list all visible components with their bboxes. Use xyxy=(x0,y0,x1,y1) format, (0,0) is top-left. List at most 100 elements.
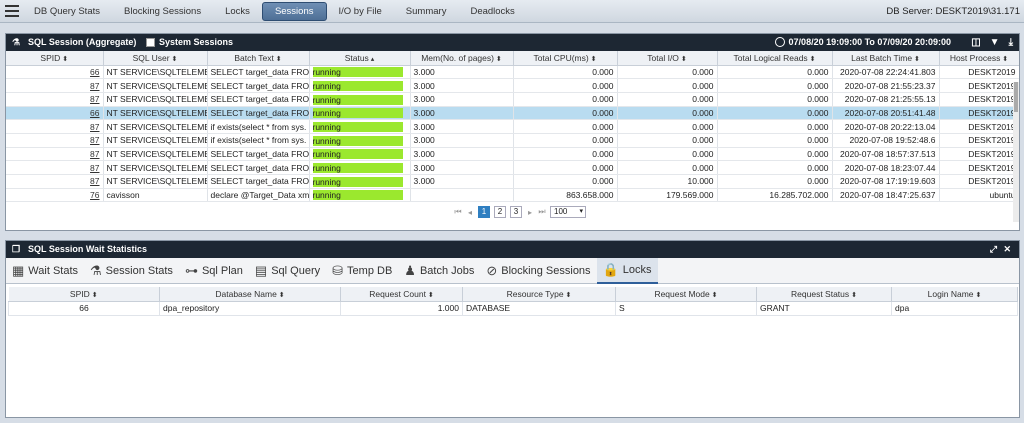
column-header-spid[interactable]: SPID ⬍ xyxy=(8,287,160,302)
page-3[interactable]: 3 xyxy=(510,206,522,218)
database-icon: ⛁ xyxy=(332,263,344,278)
cell-io: 0.000 xyxy=(617,119,718,134)
page-size-select[interactable]: 100 ▾ xyxy=(550,206,586,218)
close-icon[interactable]: ✕ xyxy=(1003,241,1011,258)
tab-blocking-sessions[interactable]: Blocking Sessions xyxy=(112,2,213,21)
wait-stats-panel: ❐ SQL Session Wait Statistics ⤢ ✕ ▦ Wait … xyxy=(5,240,1020,418)
cell-host: DESKT2019 xyxy=(939,65,1019,80)
tab-locks[interactable]: Locks xyxy=(213,2,262,21)
cell-spid[interactable]: 87 xyxy=(6,78,104,93)
vertical-scrollbar[interactable] xyxy=(1013,82,1019,222)
cell-mem: 3.000 xyxy=(410,174,514,189)
column-label: SPID xyxy=(69,288,90,299)
subtab-wait-stats[interactable]: ▦ Wait Stats xyxy=(6,258,84,284)
cell-spid[interactable]: 76 xyxy=(6,188,104,203)
clock-icon[interactable] xyxy=(775,37,785,47)
cell-host: DESKT2019 xyxy=(939,133,1019,148)
status-badge: running xyxy=(312,121,403,132)
prev-page-icon[interactable]: ◂ xyxy=(466,208,474,217)
page-1[interactable]: 1 xyxy=(478,206,490,218)
cell-spid[interactable]: 66 xyxy=(6,65,104,80)
column-header-resource-type[interactable]: Resource Type ⬍ xyxy=(462,287,616,302)
cell-host: DESKT2019 xyxy=(939,174,1019,189)
cell-status: running xyxy=(309,174,411,189)
column-header-batch-text[interactable]: Batch Text ⬍ xyxy=(207,51,310,66)
status-badge: running xyxy=(312,149,403,160)
cell-cpu: 0.000 xyxy=(513,78,618,93)
tab-deadlocks[interactable]: Deadlocks xyxy=(458,2,526,21)
column-header-total-i-o[interactable]: Total I/O ⬍ xyxy=(617,51,718,66)
subtab-session-stats[interactable]: ⚗ Session Stats xyxy=(84,258,179,284)
column-header-request-mode[interactable]: Request Mode ⬍ xyxy=(615,287,757,302)
cell-user: cavisson xyxy=(103,188,208,203)
cell-cpu: 0.000 xyxy=(513,174,618,189)
subtab-temp-db[interactable]: ⛁ Temp DB xyxy=(326,258,398,284)
column-header-total-cpu-ms-[interactable]: Total CPU(ms) ⬍ xyxy=(513,51,618,66)
sort-icon: ⬍ xyxy=(273,55,282,63)
table-row[interactable]: 87NT SERVICE\SQLTELEMETRSELECT target_da… xyxy=(6,160,1019,175)
download-icon[interactable]: ⤓ xyxy=(1009,36,1013,49)
sort-icon: ⬍ xyxy=(169,55,178,63)
table-row[interactable]: 87NT SERVICE\SQLTELEMETRSELECT target_da… xyxy=(6,174,1019,189)
first-page-icon[interactable]: ⏮ xyxy=(454,207,462,217)
hamburger-menu-icon[interactable] xyxy=(5,5,19,17)
column-header-status[interactable]: Status ▴ xyxy=(309,51,411,66)
cell-host: DESKT2019 xyxy=(939,160,1019,175)
table-row[interactable]: 66NT SERVICE\SQLTELEMETRSELECT target_da… xyxy=(6,106,1019,121)
column-label: Database Name xyxy=(215,288,277,299)
table-row[interactable]: 87NT SERVICE\SQLTELEMETRSELECT target_da… xyxy=(6,92,1019,107)
subtab-locks[interactable]: 🔒 Locks xyxy=(596,258,658,284)
cell-host: DESKT2019 xyxy=(939,147,1019,162)
system-sessions-checkbox[interactable] xyxy=(146,38,155,47)
column-header-mem-no-of-pages-[interactable]: Mem(No. of pages) ⬍ xyxy=(410,51,514,66)
cell-spid[interactable]: 87 xyxy=(6,119,104,134)
table-row[interactable]: 66 dpa_repository 1.000 DATABASE S GRANT dpa xyxy=(8,300,1018,316)
table-row[interactable]: 76 cavisson declare @Target_Data xml runnin… xyxy=(6,188,1019,203)
cell-batch: if exists(select * from sys. xyxy=(207,119,310,134)
time-range[interactable]: 07/08/20 19:09:00 To 07/09/20 20:09:00 xyxy=(789,34,951,51)
column-header-database-name[interactable]: Database Name ⬍ xyxy=(159,287,341,302)
subtab-blocking-sessions[interactable]: ⊘ Blocking Sessions xyxy=(480,258,596,284)
table-row[interactable]: 87NT SERVICE\SQLTELEMETRif exists(select… xyxy=(6,133,1019,148)
db-server-label: DB Server: DESKT2019\31.171 xyxy=(886,6,1020,17)
table-row[interactable]: 87NT SERVICE\SQLTELEMETRSELECT target_da… xyxy=(6,147,1019,162)
cell-spid[interactable]: 87 xyxy=(6,133,104,148)
subtab-label: Locks xyxy=(622,264,652,276)
column-header-request-status[interactable]: Request Status ⬍ xyxy=(756,287,892,302)
subtab-batch-jobs[interactable]: ♟ Batch Jobs xyxy=(398,258,480,284)
column-header-login-name[interactable]: Login Name ⬍ xyxy=(891,287,1018,302)
column-header-total-logical-reads[interactable]: Total Logical Reads ⬍ xyxy=(717,51,833,66)
scroll-thumb[interactable] xyxy=(1014,82,1018,112)
cell-io: 0.000 xyxy=(617,133,718,148)
tab-summary[interactable]: Summary xyxy=(394,2,459,21)
cell-spid[interactable]: 87 xyxy=(6,174,104,189)
cell-io: 0.000 xyxy=(617,147,718,162)
cell-spid[interactable]: 66 xyxy=(6,106,104,121)
next-page-icon[interactable]: ▸ xyxy=(526,208,534,217)
table-row[interactable]: 87NT SERVICE\SQLTELEMETRif exists(select… xyxy=(6,119,1019,134)
column-header-sql-user[interactable]: SQL User ⬍ xyxy=(103,51,208,66)
status-badge: running xyxy=(312,163,403,174)
column-label: Total Logical Reads xyxy=(733,52,808,63)
hierarchy-icon: ⊶ xyxy=(184,263,198,278)
subtab-sql-query[interactable]: ▤ Sql Query xyxy=(249,258,326,284)
tab-sessions[interactable]: Sessions xyxy=(261,2,327,21)
cell-spid[interactable]: 87 xyxy=(6,147,104,162)
tab-io-by-file[interactable]: I/O by File xyxy=(327,2,394,21)
column-header-host-process[interactable]: Host Process ⬍ xyxy=(939,51,1019,66)
cell-spid[interactable]: 87 xyxy=(6,92,104,107)
table-row[interactable]: 66NT SERVICE\SQLTELEMETRSELECT target_da… xyxy=(6,65,1019,80)
table-row[interactable]: 87NT SERVICE\SQLTELEMETRSELECT target_da… xyxy=(6,78,1019,93)
subtab-sql-plan[interactable]: ⊶ Sql Plan xyxy=(179,258,249,284)
expand-icon[interactable]: ⤢ xyxy=(990,241,997,258)
column-header-last-batch-time[interactable]: Last Batch Time ⬍ xyxy=(832,51,940,66)
cell-status: running xyxy=(309,147,411,162)
filter-icon[interactable]: ▼ xyxy=(990,36,1000,49)
cell-spid[interactable]: 87 xyxy=(6,160,104,175)
tab-db-query-stats[interactable]: DB Query Stats xyxy=(22,2,112,21)
column-header-request-count[interactable]: Request Count ⬍ xyxy=(340,287,463,302)
page-2[interactable]: 2 xyxy=(494,206,506,218)
column-header-spid[interactable]: SPID ⬍ xyxy=(6,51,104,66)
columns-icon[interactable]: ◫ xyxy=(971,36,980,49)
last-page-icon[interactable]: ⏭ xyxy=(538,207,546,217)
